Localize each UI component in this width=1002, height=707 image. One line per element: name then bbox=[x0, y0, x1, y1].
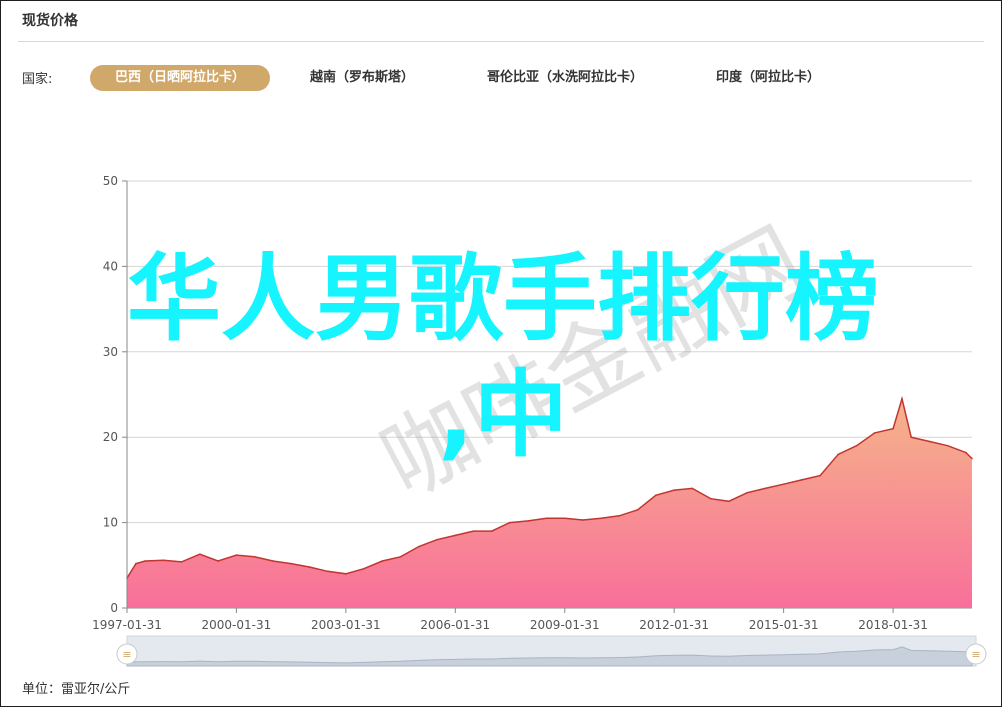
data-point bbox=[819, 474, 821, 477]
data-point bbox=[509, 521, 511, 524]
data-point bbox=[582, 519, 584, 521]
area-chart: 0 10 20 30 40 50 1997-01-31 2000-01-31 2003-01-3… bbox=[92, 174, 987, 667]
data-point bbox=[563, 517, 566, 520]
data-point bbox=[892, 427, 894, 430]
data-point bbox=[345, 573, 347, 575]
data-point bbox=[472, 530, 475, 532]
data-point bbox=[135, 562, 137, 565]
x-tick-label: 1997-01-31 bbox=[92, 618, 162, 632]
data-point bbox=[199, 553, 201, 555]
data-point bbox=[946, 444, 949, 447]
data-point bbox=[873, 432, 876, 434]
data-point bbox=[764, 487, 767, 490]
data-point bbox=[928, 440, 931, 443]
series-area bbox=[127, 398, 972, 608]
data-point bbox=[399, 555, 402, 558]
data-point bbox=[326, 570, 329, 573]
data-point bbox=[673, 489, 675, 491]
data-point bbox=[381, 560, 384, 562]
data-point bbox=[837, 453, 840, 456]
data-point bbox=[855, 444, 858, 447]
data-point bbox=[454, 534, 457, 537]
y-tick-label: 30 bbox=[103, 345, 118, 359]
x-tick-label: 2012-01-31 bbox=[639, 618, 709, 632]
zoom-slider[interactable]: ≡ ≡ bbox=[116, 635, 987, 667]
x-tick-label: 2000-01-31 bbox=[201, 618, 271, 632]
x-tick-label: 2018-01-31 bbox=[858, 618, 928, 632]
price-series bbox=[126, 395, 973, 608]
data-point bbox=[527, 520, 530, 522]
data-point bbox=[180, 561, 183, 563]
y-tick-label: 0 bbox=[110, 601, 118, 615]
data-point bbox=[545, 517, 548, 520]
data-point bbox=[217, 560, 219, 562]
data-point bbox=[253, 555, 256, 558]
data-point bbox=[490, 530, 493, 532]
data-point bbox=[654, 494, 657, 497]
x-tick-label: 2006-01-31 bbox=[420, 618, 490, 632]
y-tick-label: 50 bbox=[103, 174, 118, 188]
data-point bbox=[800, 479, 803, 481]
data-point bbox=[235, 554, 238, 556]
data-point bbox=[600, 517, 603, 520]
data-point bbox=[636, 508, 639, 511]
data-point bbox=[971, 457, 973, 460]
x-tick-label: 2009-01-31 bbox=[530, 618, 600, 632]
data-point bbox=[363, 567, 365, 570]
data-point bbox=[272, 560, 274, 562]
data-point bbox=[782, 483, 785, 485]
data-point bbox=[418, 545, 420, 548]
data-point bbox=[436, 538, 438, 541]
data-point bbox=[162, 559, 165, 561]
data-point bbox=[709, 497, 712, 500]
data-point bbox=[618, 514, 621, 517]
y-tick-label: 40 bbox=[103, 259, 118, 273]
data-point bbox=[901, 397, 903, 400]
data-point bbox=[746, 491, 748, 494]
x-tick-label: 2015-01-31 bbox=[749, 618, 819, 632]
grip-icon: ≡ bbox=[971, 648, 980, 661]
unit-label: 单位：雷亚尔/公斤 bbox=[22, 682, 131, 697]
data-point bbox=[290, 562, 292, 565]
data-point bbox=[727, 500, 730, 503]
y-tick-label: 20 bbox=[103, 430, 118, 444]
data-point bbox=[144, 560, 146, 562]
data-point bbox=[308, 566, 311, 568]
data-point bbox=[910, 436, 912, 439]
y-tick-label: 10 bbox=[103, 516, 118, 530]
grip-icon: ≡ bbox=[122, 648, 131, 661]
x-tick-label: 2003-01-31 bbox=[311, 618, 381, 632]
data-point bbox=[965, 451, 967, 454]
data-point bbox=[691, 487, 694, 490]
